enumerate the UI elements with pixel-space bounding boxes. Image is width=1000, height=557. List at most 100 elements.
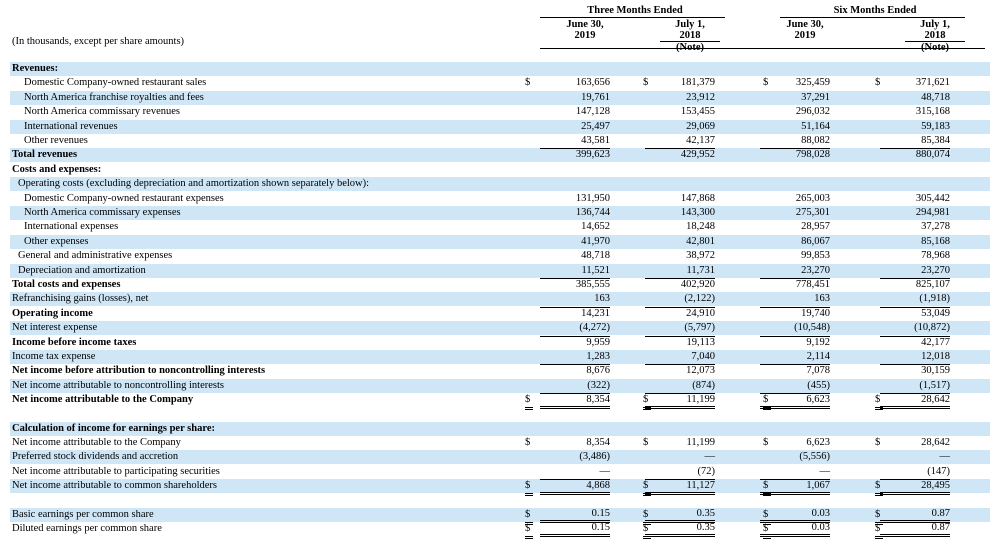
row-value-col3: 9,192 (760, 335, 830, 349)
row-value-col1: 8,676 (540, 364, 610, 377)
row-value-col2: 23,912 (686, 91, 715, 103)
row-value-col4: 23,270 (921, 264, 950, 276)
col1-header: June 30, 2019 (566, 19, 604, 41)
table-row: Other revenues 43,581 42,137 88,082 85,384 (10, 134, 990, 148)
units-note: (In thousands, except per share amounts) (12, 36, 185, 47)
table-row: North America franchise royalties and fe… (10, 90, 990, 105)
row-value-col1: 8,354 (586, 437, 610, 448)
row-value-col1: 25,497 (581, 120, 610, 132)
row-value-col4: 78,968 (921, 250, 950, 262)
row-label: Other revenues (24, 135, 88, 146)
row-label: Net income attributable to the Company (12, 394, 194, 406)
row-value-col3: 51,164 (801, 120, 830, 132)
row-value-col1: 399,623 (540, 148, 610, 161)
row-value-col3: 99,853 (801, 250, 830, 262)
row-value-col1: 163,656 (575, 77, 610, 89)
table-row: Net income attributable to noncontrollin… (10, 378, 990, 393)
row-value-col2: (874) (692, 379, 715, 391)
row-value-col1: 147,128 (575, 106, 610, 118)
row-label: North America franchise royalties and fe… (24, 91, 204, 103)
col3-header: June 30, 2019 (786, 19, 824, 41)
table-row: Domestic Company-owned restaurant expens… (10, 192, 990, 206)
row-value-col1: 48,718 (581, 250, 610, 262)
row-label: Domestic Company-owned restaurant expens… (24, 192, 224, 204)
row-label: Net income attributable to common shareh… (12, 480, 217, 492)
row-value-col1: 131,950 (575, 192, 610, 204)
row-value-col2: 12,073 (645, 364, 715, 377)
row-value-col4: 315,168 (915, 106, 950, 118)
row-value-col3: 163 (814, 293, 830, 305)
row-value-col1: 0.15 (540, 522, 610, 537)
row-label: Preferred stock dividends and accretion (12, 451, 179, 463)
table-row: Calculation of income for earnings per s… (10, 421, 990, 436)
row-value-col4: (10,872) (914, 322, 950, 334)
row-label: Net income before attribution to noncont… (12, 365, 266, 377)
table-row: Net interest expense (4,272) (5,797) (10,54… (10, 321, 990, 336)
header-three-months: Three Months Ended (587, 5, 683, 16)
table-row: Net income attributable to common shareh… (10, 479, 990, 497)
row-value-col3: 275,301 (795, 207, 830, 218)
row-value-col3: 6,623 (806, 437, 830, 448)
row-value-col2: (2,122) (684, 293, 715, 305)
row-label: Income tax expense (12, 351, 96, 362)
row-value-col2: 0.35 (645, 508, 715, 523)
row-value-col3: (5,556) (799, 451, 830, 463)
row-value-col3: 778,451 (760, 278, 830, 291)
row-value-col2: 18,248 (686, 221, 715, 233)
table-row: Net income attributable to the Company $8… (10, 436, 990, 450)
row-label: Net income attributable to the Company (12, 437, 181, 448)
row-value-col1: 163 (594, 293, 610, 305)
row-value-col2: 29,069 (686, 120, 715, 132)
row-value-col1: (322) (587, 379, 610, 391)
header-underline (540, 48, 985, 49)
rule-three-months (540, 17, 725, 18)
row-value-col2: 42,801 (686, 235, 715, 247)
row-value-col3: (10,548) (794, 322, 830, 334)
row-value-col2: 19,113 (645, 335, 715, 349)
table-row: Net income before attribution to noncont… (10, 364, 990, 378)
row-value-col2: 143,300 (680, 207, 715, 218)
row-value-col2: 11,199 (686, 437, 716, 448)
table-row: General and administrative expenses 48,71… (10, 249, 990, 263)
row-label: Net interest expense (12, 322, 98, 334)
row-label: Revenues: (12, 63, 59, 74)
row-value-col1: 43,581 (581, 135, 610, 146)
row-label: International expenses (24, 221, 119, 233)
row-value-col4: 85,168 (921, 235, 950, 247)
row-value-col1: 14,231 (540, 306, 610, 320)
row-label: North America commissary expenses (24, 207, 181, 218)
currency-symbol: $ (525, 522, 533, 539)
row-label: Refranchising gains (losses), net (12, 293, 149, 305)
row-label: International revenues (24, 120, 118, 132)
table-row: Costs and expenses: (10, 163, 990, 177)
row-value-col2: — (704, 451, 716, 463)
row-value-col4: 48,718 (921, 91, 950, 103)
row-value-col3: 7,078 (760, 364, 830, 377)
row-value-col3: (455) (807, 379, 830, 391)
row-value-col4: 371,621 (915, 77, 950, 89)
row-value-col1: 41,970 (581, 235, 610, 247)
row-value-col2: 181,379 (680, 77, 715, 89)
row-value-col3: 2,114 (806, 351, 830, 362)
row-value-col4: 53,049 (880, 306, 950, 320)
row-value-col2: (5,797) (684, 322, 715, 334)
table-row: Domestic Company-owned restaurant sales $… (10, 76, 990, 90)
row-value-col1: 136,744 (575, 207, 610, 218)
row-value-col2: 7,040 (691, 351, 715, 362)
table-row: Other expenses 41,970 42,801 86,067 85,168 (10, 234, 990, 249)
currency-symbol: $ (525, 437, 531, 448)
row-value-col4: 0.87 (880, 522, 950, 537)
header-six-months: Six Months Ended (833, 5, 917, 16)
row-value-col3: 23,270 (801, 264, 830, 276)
row-label: Income before income taxes (12, 336, 137, 348)
table-row: Diluted earnings per common share $0.15 $0… (10, 522, 990, 539)
row-value-col2: 11,731 (686, 264, 716, 276)
row-value-col1: 0.15 (540, 508, 610, 523)
row-value-col4: 28,642 (921, 437, 950, 448)
row-value-col1: 19,761 (581, 91, 610, 103)
row-value-col3: 88,082 (801, 135, 830, 146)
row-value-col1: — (599, 465, 611, 477)
row-label: Diluted earnings per common share (12, 523, 162, 534)
row-label: Net income attributable to participating… (12, 465, 220, 477)
row-value-col4: 12,018 (921, 351, 950, 362)
